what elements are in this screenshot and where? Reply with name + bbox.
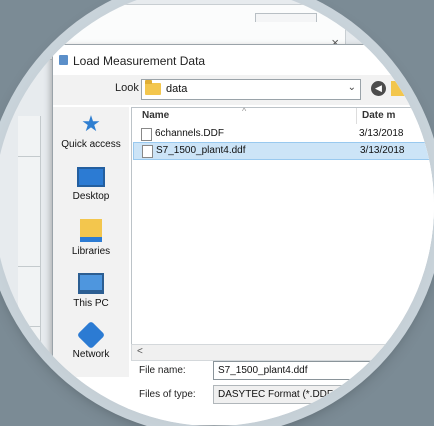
place-quick-access[interactable]: ★ Quick access	[53, 111, 129, 151]
open-file-dialog: Load Measurement Data Look in: data ⌄ ◀ …	[52, 44, 434, 426]
background-side-pane	[18, 116, 41, 426]
star-icon: ★	[81, 111, 101, 136]
place-libraries[interactable]: Libraries	[53, 219, 129, 257]
dialog-title: Load Measurement Data	[73, 54, 206, 68]
places-bar: ★ Quick access Desktop Libraries This PC…	[53, 107, 129, 377]
column-header-name[interactable]: Name	[142, 110, 169, 121]
file-icon	[141, 128, 152, 141]
background-pane-block	[18, 266, 40, 307]
file-type-label: Files of type:	[139, 389, 196, 400]
file-icon	[142, 145, 153, 158]
file-date: 3/13/2018	[360, 145, 405, 156]
up-folder-button[interactable]	[391, 81, 405, 96]
look-in-value: data	[166, 83, 188, 95]
file-name: S7_1500_plant4.ddf	[156, 145, 246, 156]
file-name: 6channels.DDF	[155, 128, 224, 139]
place-label: Libraries	[71, 246, 111, 257]
dialog-titlebar: Load Measurement Data	[53, 45, 434, 76]
background-tab	[255, 13, 317, 22]
horizontal-scrollbar[interactable]: <	[131, 344, 434, 361]
place-this-pc[interactable]: This PC	[53, 273, 129, 309]
folder-icon	[145, 80, 161, 95]
column-header-date[interactable]: Date m	[362, 110, 395, 121]
file-type-select[interactable]: DASYTEC Format (*.DDF	[213, 385, 434, 404]
file-list[interactable]: Name ^ Date m 6channels.DDF 3/13/2018 S7…	[131, 106, 434, 345]
file-name-label: File name:	[139, 365, 186, 376]
place-label: Network	[72, 349, 110, 360]
place-label: This PC	[73, 298, 109, 309]
sort-caret-icon: ^	[242, 106, 247, 116]
chevron-down-icon: ⌄	[347, 82, 356, 93]
app-icon	[59, 55, 68, 65]
column-divider[interactable]	[356, 108, 357, 124]
network-icon	[76, 320, 106, 350]
look-in-dropdown[interactable]: data ⌄	[141, 79, 361, 100]
file-row[interactable]: 6channels.DDF 3/13/2018	[133, 126, 434, 142]
magnified-view: × Load Measurement Data Look in: data ⌄ …	[0, 0, 434, 426]
back-button[interactable]: ◀	[371, 81, 386, 96]
place-network[interactable]: Network	[53, 320, 129, 360]
file-row-selected[interactable]: S7_1500_plant4.ddf 3/13/2018	[133, 142, 434, 160]
background-pane-block	[18, 326, 40, 367]
place-label: Desktop	[72, 191, 110, 202]
place-label: Quick access	[61, 139, 121, 150]
scroll-left-icon[interactable]: <	[137, 346, 143, 357]
file-name-input[interactable]: S7_1500_plant4.ddf	[213, 361, 434, 380]
file-date: 3/13/2018	[359, 128, 404, 139]
desktop-icon	[77, 167, 105, 187]
libraries-icon	[80, 219, 102, 242]
look-in-bar: Look in: data ⌄ ◀	[53, 75, 434, 105]
place-desktop[interactable]: Desktop	[53, 167, 129, 202]
background-pane-block	[18, 156, 40, 197]
computer-icon	[78, 273, 104, 294]
